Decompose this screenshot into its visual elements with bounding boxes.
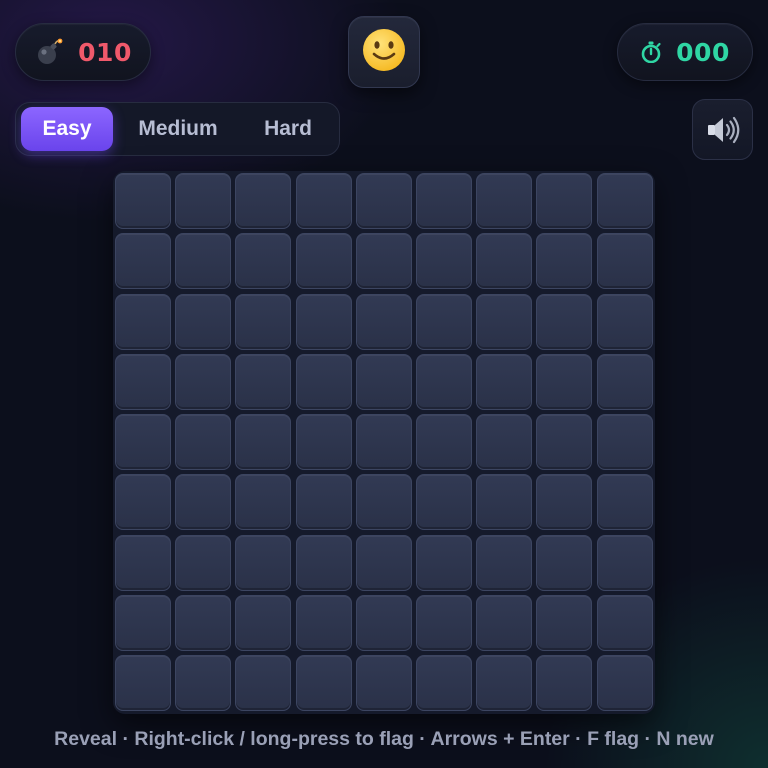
board-cell[interactable]: [476, 474, 533, 531]
board-cell[interactable]: [235, 534, 292, 591]
board-cell[interactable]: [596, 233, 653, 290]
board-cell[interactable]: [476, 353, 533, 410]
difficulty-medium-button[interactable]: Medium: [113, 107, 243, 151]
smiley-face-icon: [361, 27, 407, 77]
board-cell[interactable]: [115, 293, 171, 350]
board-cell[interactable]: [115, 233, 171, 290]
board-cell[interactable]: [415, 233, 472, 290]
board-cell[interactable]: [355, 233, 412, 290]
board-cell[interactable]: [596, 293, 653, 350]
board-cell[interactable]: [536, 655, 593, 712]
board-cell[interactable]: [476, 595, 533, 652]
board-cell[interactable]: [415, 353, 472, 410]
board-cell[interactable]: [235, 595, 292, 652]
board-cell[interactable]: [415, 173, 472, 229]
board-cell[interactable]: [295, 655, 352, 712]
board-cell[interactable]: [536, 173, 593, 229]
board-cell[interactable]: [295, 474, 352, 531]
board-cell[interactable]: [596, 414, 653, 471]
board-cell[interactable]: [235, 233, 292, 290]
mine-counter: 010: [15, 23, 151, 81]
board-cell[interactable]: [175, 353, 232, 410]
board-cell[interactable]: [476, 173, 533, 229]
board-cell[interactable]: [415, 534, 472, 591]
board-cell[interactable]: [295, 173, 352, 229]
board-cell[interactable]: [355, 173, 412, 229]
timer-value: 000: [676, 37, 730, 67]
game-board: [113, 171, 655, 714]
board-cell[interactable]: [355, 353, 412, 410]
speaker-icon: [705, 114, 741, 146]
board-cell[interactable]: [175, 173, 232, 229]
board-cell[interactable]: [175, 414, 232, 471]
board-cell[interactable]: [476, 534, 533, 591]
board-cell[interactable]: [476, 655, 533, 712]
board-cell[interactable]: [355, 414, 412, 471]
board-cell[interactable]: [295, 595, 352, 652]
board-cell[interactable]: [235, 293, 292, 350]
board-cell[interactable]: [536, 474, 593, 531]
board-cell[interactable]: [596, 595, 653, 652]
difficulty-hard-button[interactable]: Hard: [243, 107, 333, 151]
board-cell[interactable]: [295, 233, 352, 290]
board-cell[interactable]: [536, 534, 593, 591]
board-cell[interactable]: [476, 293, 533, 350]
board-cell[interactable]: [115, 474, 171, 531]
board-cell[interactable]: [355, 595, 412, 652]
board-cell[interactable]: [115, 173, 171, 229]
board-cell[interactable]: [175, 534, 232, 591]
board-cell[interactable]: [415, 655, 472, 712]
stopwatch-icon: [640, 41, 662, 63]
board-cell[interactable]: [415, 595, 472, 652]
board-cell[interactable]: [295, 414, 352, 471]
board-cell[interactable]: [175, 293, 232, 350]
board-cell[interactable]: [415, 474, 472, 531]
board-cell[interactable]: [415, 293, 472, 350]
board-cell[interactable]: [175, 655, 232, 712]
board-cell[interactable]: [476, 414, 533, 471]
bomb-icon: [34, 37, 64, 67]
board-cell[interactable]: [115, 534, 171, 591]
difficulty-selector: Easy Medium Hard: [15, 102, 340, 156]
board-cell[interactable]: [235, 414, 292, 471]
board-cell[interactable]: [295, 293, 352, 350]
board-cell[interactable]: [596, 353, 653, 410]
board-cell[interactable]: [596, 474, 653, 531]
board-cell[interactable]: [235, 353, 292, 410]
board-cell[interactable]: [175, 233, 232, 290]
board-cell[interactable]: [115, 595, 171, 652]
board-cell[interactable]: [596, 655, 653, 712]
board-cell[interactable]: [415, 414, 472, 471]
board-cell[interactable]: [295, 534, 352, 591]
board-cell[interactable]: [175, 474, 232, 531]
board-cell[interactable]: [355, 293, 412, 350]
board-cell[interactable]: [235, 655, 292, 712]
mines-remaining-value: 010: [78, 37, 132, 67]
board-cell[interactable]: [536, 293, 593, 350]
board-cell[interactable]: [596, 534, 653, 591]
board-cell[interactable]: [115, 414, 171, 471]
board-cell[interactable]: [115, 353, 171, 410]
difficulty-easy-button[interactable]: Easy: [21, 107, 113, 151]
board-cell[interactable]: [235, 474, 292, 531]
board-cell[interactable]: [115, 655, 171, 712]
controls-help-text: Reveal · Right-click / long-press to fla…: [54, 728, 714, 750]
board-cell[interactable]: [355, 655, 412, 712]
sound-toggle-button[interactable]: [692, 99, 753, 160]
board-cell[interactable]: [536, 233, 593, 290]
board-cell[interactable]: [536, 595, 593, 652]
board-cell[interactable]: [476, 233, 533, 290]
board-cell[interactable]: [235, 173, 292, 229]
board-cell[interactable]: [355, 534, 412, 591]
new-game-face-button[interactable]: [348, 16, 420, 88]
board-cell[interactable]: [536, 414, 593, 471]
board-cell[interactable]: [536, 353, 593, 410]
board-cell[interactable]: [175, 595, 232, 652]
board-cell[interactable]: [596, 173, 653, 229]
board-cell[interactable]: [295, 353, 352, 410]
timer: 000: [617, 23, 753, 81]
board-cell[interactable]: [355, 474, 412, 531]
